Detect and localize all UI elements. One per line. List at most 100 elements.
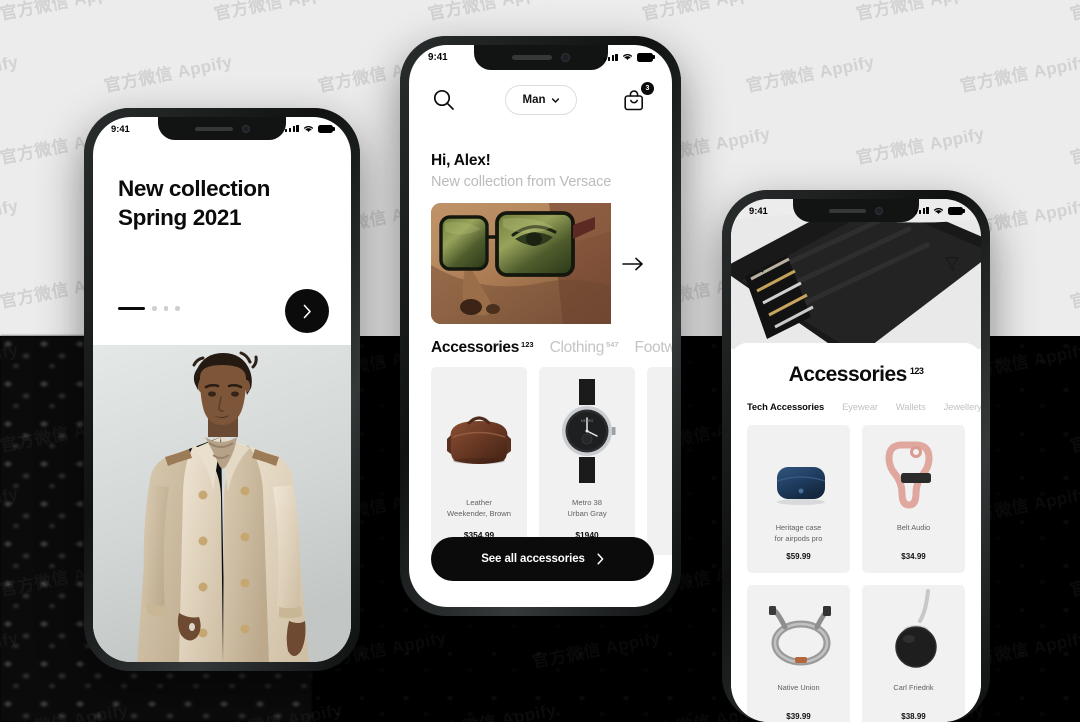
svg-text:METRO: METRO bbox=[581, 419, 594, 423]
carousel-dot[interactable] bbox=[152, 306, 157, 311]
product-name-line1: Carl Friedrik bbox=[893, 683, 934, 692]
product-name: Metro 38 Urban Gray bbox=[545, 498, 629, 520]
chevron-right-icon bbox=[303, 304, 311, 318]
greeting-text: Hi, Alex! bbox=[431, 152, 491, 169]
hero-model-photo bbox=[93, 345, 351, 662]
phone-right: 9:41 Accessories 123 Tech Accessories Ey… bbox=[722, 190, 990, 722]
product-card[interactable]: Belt Audio $34.99 bbox=[862, 425, 965, 573]
tab-wallets[interactable]: Wallets bbox=[896, 401, 926, 412]
airpods-case-illustration bbox=[776, 467, 826, 505]
category-label: Footwear bbox=[634, 339, 672, 356]
carousel-dot-active[interactable] bbox=[118, 306, 145, 311]
content-sheet: Accessories 123 Tech Accessories Eyewear… bbox=[731, 343, 981, 722]
status-indicators bbox=[284, 124, 333, 133]
product-name-line2: Urban Gray bbox=[567, 508, 607, 518]
phone-center-screen: 9:41 Man 3 Hi, Alex! New collection from… bbox=[409, 45, 672, 607]
top-bar: Man 3 bbox=[409, 82, 672, 119]
category-count: 123 bbox=[521, 340, 534, 349]
cart-badge: 3 bbox=[641, 82, 654, 95]
page-title: Accessories 123 bbox=[731, 363, 981, 387]
round-charger-illustration bbox=[895, 589, 937, 668]
tab-jewellery[interactable]: Jewellery bbox=[944, 401, 981, 412]
category-tabs: Accessories 123 Clothing 547 Footwear bbox=[431, 339, 672, 357]
phone-center: 9:41 Man 3 Hi, Alex! New collection from… bbox=[400, 36, 681, 616]
status-bar: 9:41 bbox=[409, 45, 672, 70]
carousel-dot[interactable] bbox=[175, 306, 180, 311]
arrow-right-icon bbox=[621, 257, 643, 270]
product-carousel[interactable]: Leather Weekender, Brown $354.99 METRO M… bbox=[431, 367, 672, 555]
battery-icon bbox=[637, 53, 653, 62]
wifi-icon bbox=[303, 125, 314, 132]
status-time: 9:41 bbox=[111, 123, 130, 134]
back-button[interactable] bbox=[749, 254, 771, 276]
page-title-label: Accessories bbox=[788, 363, 908, 386]
tab-tech-accessories[interactable]: Tech Accessories bbox=[747, 401, 824, 412]
battery-icon bbox=[948, 206, 963, 215]
cart-button[interactable]: 3 bbox=[623, 82, 654, 114]
product-name: Leather Weekender, Brown bbox=[437, 498, 521, 520]
subtitle-text: New collection from Versace bbox=[431, 174, 612, 190]
status-time: 9:41 bbox=[428, 52, 448, 63]
cellular-signal-icon bbox=[284, 124, 299, 133]
model-illustration bbox=[93, 345, 351, 662]
cellular-signal-icon bbox=[914, 206, 929, 215]
status-bar: 9:41 bbox=[731, 199, 981, 222]
product-grid: Heritage case for airpods pro $59.99 Bel… bbox=[747, 425, 965, 722]
product-card[interactable]: Native Union $39.99 bbox=[747, 585, 850, 722]
product-name: Carl Friedrik bbox=[868, 683, 959, 694]
phone-right-screen: 9:41 Accessories 123 Tech Accessories Ey… bbox=[731, 199, 981, 722]
carousel-next-button[interactable] bbox=[285, 289, 329, 333]
duffle-bag-illustration bbox=[447, 416, 511, 464]
product-card[interactable]: Carl Friedrik $38.99 bbox=[862, 585, 965, 722]
gender-selector[interactable]: Man bbox=[504, 85, 577, 115]
product-name: Heritage case for airpods pro bbox=[753, 523, 844, 544]
hero-banner-image bbox=[431, 203, 611, 324]
chevron-right-icon bbox=[597, 553, 604, 565]
filter-funnel-icon bbox=[944, 257, 960, 271]
product-name: Native Union bbox=[753, 683, 844, 694]
product-name-line2: Weekender, Brown bbox=[446, 508, 512, 518]
search-icon bbox=[433, 89, 454, 110]
gender-selector-label: Man bbox=[522, 94, 546, 106]
category-count: 547 bbox=[606, 340, 619, 349]
cellular-signal-icon bbox=[603, 53, 618, 62]
product-price: $38.99 bbox=[901, 712, 926, 721]
hero-title-line2: Spring 2021 bbox=[118, 204, 242, 230]
battery-icon bbox=[318, 124, 333, 133]
chevron-down-icon bbox=[551, 97, 559, 103]
coiled-cable-illustration bbox=[769, 606, 831, 666]
search-button[interactable] bbox=[431, 87, 457, 113]
tab-eyewear[interactable]: Eyewear bbox=[842, 401, 878, 412]
product-image: METRO bbox=[539, 367, 635, 495]
product-image bbox=[747, 429, 850, 521]
product-image bbox=[747, 589, 850, 681]
see-all-accessories-button[interactable]: See all accessories bbox=[431, 537, 654, 581]
product-image bbox=[862, 589, 965, 681]
category-tab-clothing[interactable]: Clothing 547 bbox=[550, 339, 619, 357]
product-card[interactable]: Heritage case for airpods pro $59.99 bbox=[747, 425, 850, 573]
phone-left-screen: 9:41 New collection Spring 2021 bbox=[93, 117, 351, 662]
product-card[interactable]: Leather Weekender, Brown $354.99 bbox=[431, 367, 527, 555]
hero-title: New collection Spring 2021 bbox=[118, 175, 331, 233]
wifi-icon bbox=[933, 207, 944, 214]
product-name-line1: Belt Audio bbox=[896, 523, 931, 532]
carousel-indicator[interactable] bbox=[118, 306, 180, 311]
product-name: Belt Audio bbox=[868, 523, 959, 534]
subcategory-tabs: Tech Accessories Eyewear Wallets Jewelle… bbox=[747, 401, 981, 412]
product-card-partial[interactable] bbox=[647, 367, 672, 555]
hero-next-button[interactable] bbox=[611, 203, 654, 324]
hero-banner[interactable] bbox=[431, 203, 654, 324]
hero-title-line1: New collection bbox=[118, 176, 270, 201]
carousel-controls bbox=[118, 289, 329, 337]
category-tab-footwear[interactable]: Footwear bbox=[635, 339, 672, 357]
carousel-dot[interactable] bbox=[163, 306, 169, 311]
category-tab-accessories[interactable]: Accessories 123 bbox=[431, 339, 534, 357]
category-label: Clothing bbox=[549, 339, 605, 356]
product-price: $34.99 bbox=[901, 552, 926, 561]
chevron-left-icon bbox=[756, 258, 763, 272]
filter-button[interactable] bbox=[941, 253, 963, 275]
product-price: $59.99 bbox=[786, 552, 811, 561]
product-card[interactable]: METRO Metro 38 Urban Gray $1940 bbox=[539, 367, 635, 555]
product-name-line1: Metro 38 bbox=[572, 498, 602, 507]
status-bar: 9:41 bbox=[93, 117, 351, 140]
